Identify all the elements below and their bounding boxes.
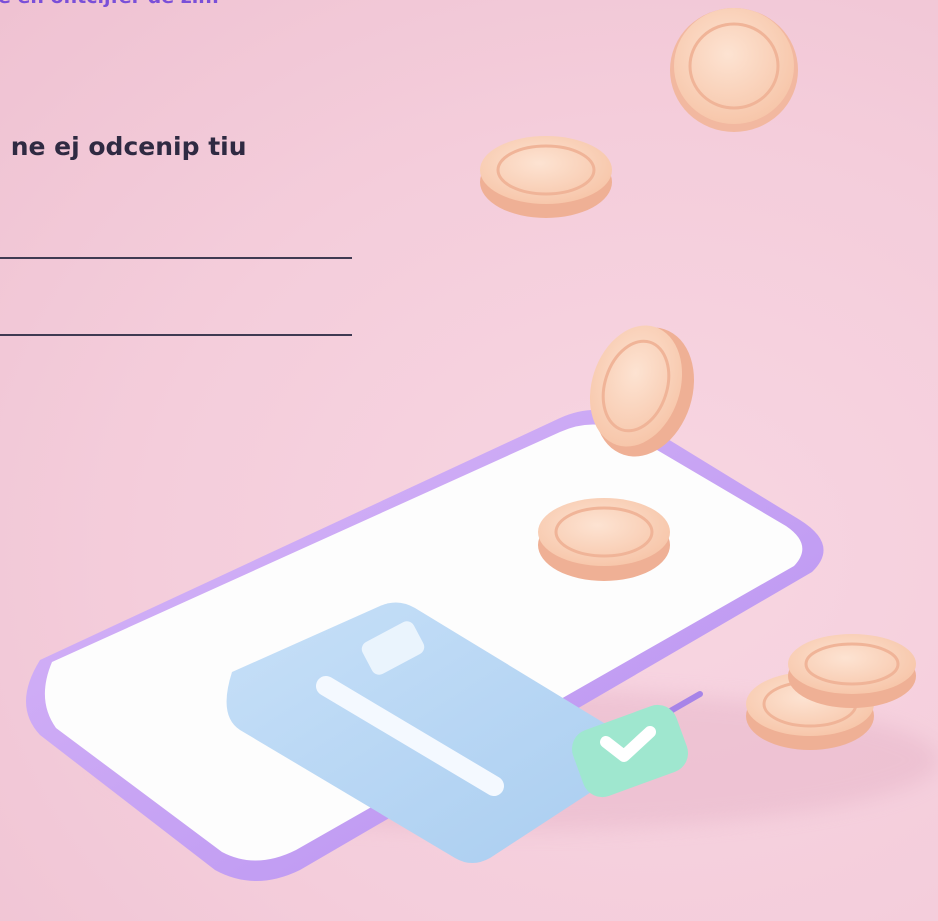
phone-icon	[26, 409, 824, 881]
scrambled-sentence: : ne ej odcenip tiu	[0, 132, 247, 161]
coin-icon	[538, 498, 670, 581]
coin-icon	[746, 672, 874, 750]
answer-line-2[interactable]	[0, 334, 352, 336]
credit-card-icon	[226, 602, 642, 863]
instruction-text: e en ontcijfer de zin.	[0, 0, 219, 8]
coin-icon	[480, 136, 612, 218]
coin-icon	[589, 325, 694, 457]
answer-line-1[interactable]	[0, 257, 352, 259]
coin-icon	[788, 634, 916, 708]
coin-icon	[670, 8, 798, 132]
check-badge-icon	[571, 704, 689, 798]
